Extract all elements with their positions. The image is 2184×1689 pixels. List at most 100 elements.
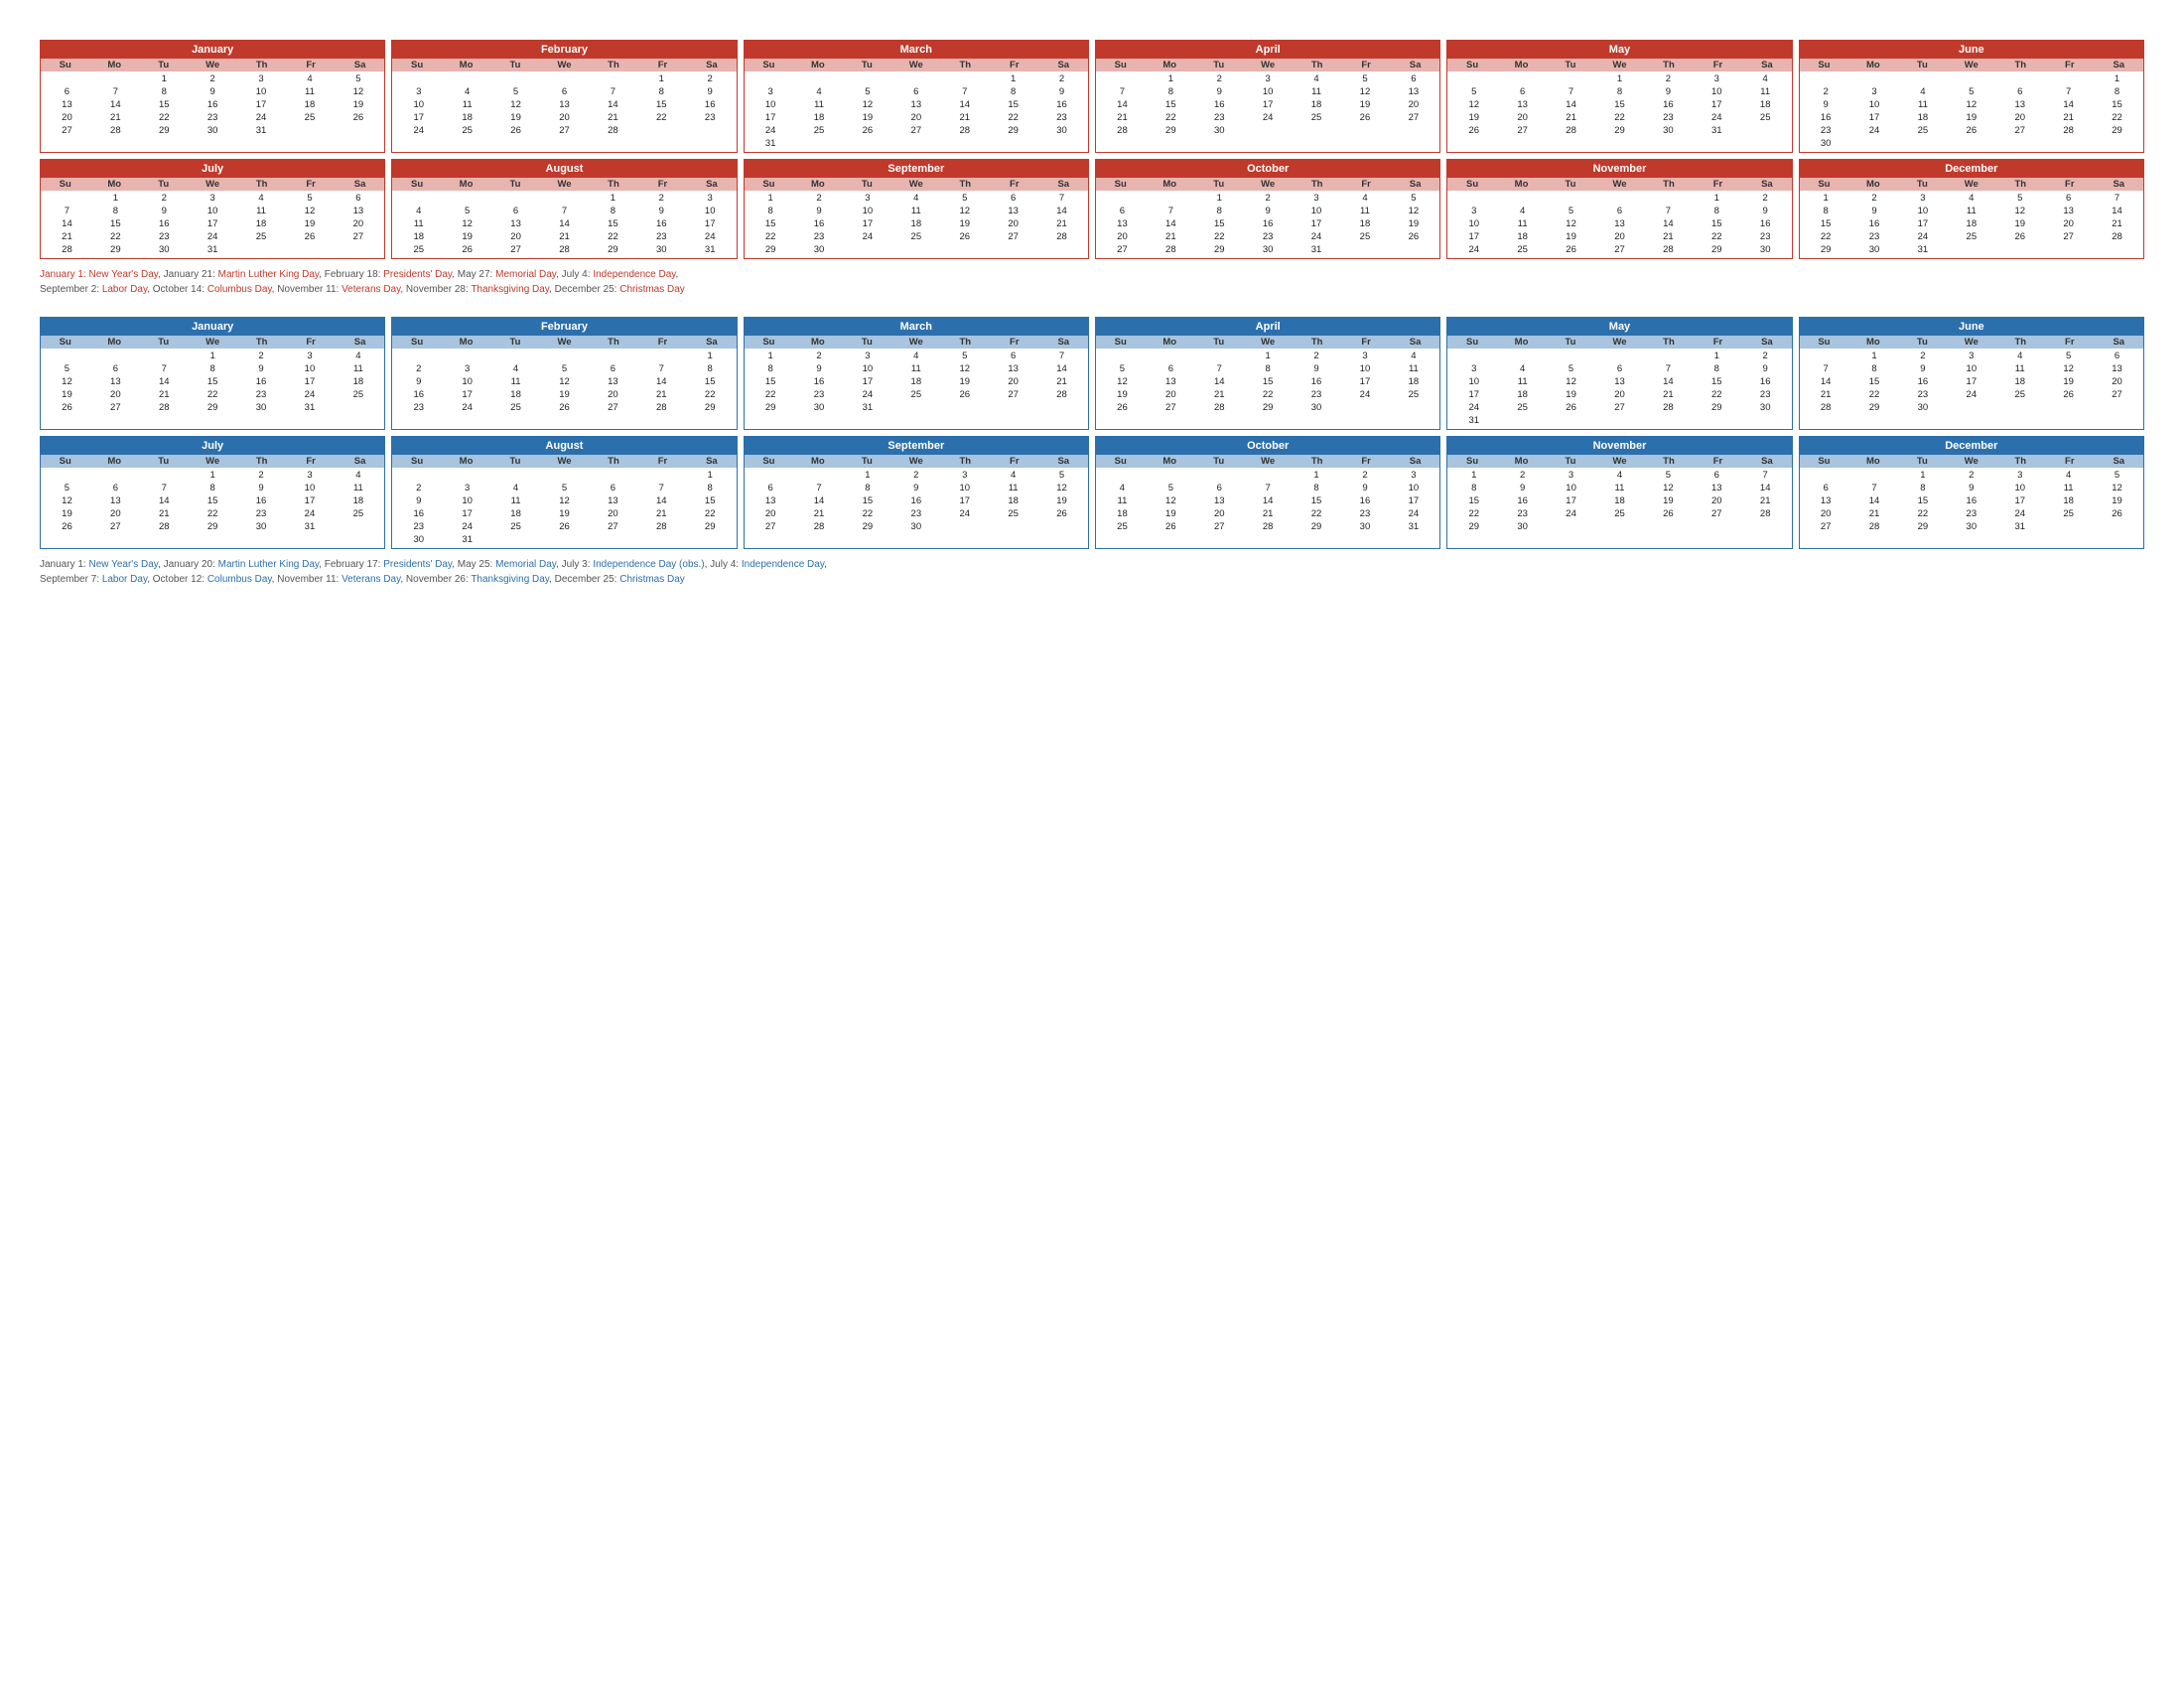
day-cell: 16: [1741, 375, 1790, 388]
day-cell: 12: [940, 362, 989, 375]
days-grid-october: 1234567891011121314151617181920212223242…: [1096, 468, 1439, 535]
day-cell: 9: [1802, 98, 1850, 111]
day-cell: 7: [589, 85, 637, 98]
day-cell: 11: [1741, 85, 1790, 98]
day-cell: 14: [940, 98, 989, 111]
day-cell: 6: [1595, 205, 1644, 217]
month-header-june: June: [1800, 318, 2143, 336]
day-cell: 4: [1389, 350, 1437, 362]
day-cell: 10: [443, 375, 491, 388]
day-cell: 29: [140, 124, 189, 137]
day-cell: 12: [1389, 205, 1437, 217]
day-cell: 5: [1644, 469, 1693, 482]
dow-cell: Su: [1447, 179, 1496, 190]
day-cell: 13: [589, 494, 637, 507]
day-cell: 3: [940, 469, 989, 482]
day-cell: 15: [1693, 375, 1741, 388]
calendar-grid-2019: JanuarySuMoTuWeThFrSa1234567891011121314…: [40, 40, 2144, 259]
day-cell: 7: [1098, 85, 1147, 98]
day-cell: 2: [1293, 350, 1341, 362]
day-cell: 25: [1741, 111, 1790, 124]
empty-day: [637, 350, 686, 362]
day-cell: 10: [443, 494, 491, 507]
day-cell: 8: [747, 205, 795, 217]
day-cell: 19: [843, 111, 891, 124]
day-cell: 13: [989, 205, 1037, 217]
day-cell: 24: [443, 520, 491, 533]
days-grid-april: 1234567891011121314151617181920212223242…: [1096, 349, 1439, 416]
day-cell: 23: [237, 507, 286, 520]
day-cell: 26: [940, 388, 989, 401]
dow-cell: Su: [1800, 456, 1848, 467]
day-cell: 7: [2044, 85, 2093, 98]
day-cell: 23: [686, 111, 735, 124]
empty-day: [43, 469, 91, 482]
day-cell: 2: [1341, 469, 1390, 482]
dow-cell: Mo: [89, 179, 138, 190]
empty-day: [540, 72, 589, 85]
day-cell: 26: [1547, 243, 1595, 256]
month-header-october: October: [1096, 437, 1439, 455]
day-cell: 21: [1741, 494, 1790, 507]
day-cell: 14: [2093, 205, 2141, 217]
day-cell: 31: [189, 243, 237, 256]
day-cell: 28: [1195, 401, 1244, 414]
day-cell: 25: [891, 230, 940, 243]
day-cell: 2: [1947, 469, 1995, 482]
empty-day: [443, 350, 491, 362]
day-cell: 4: [1995, 350, 2044, 362]
day-cell: 11: [394, 217, 443, 230]
day-cell: 21: [1802, 388, 1850, 401]
day-cell: 20: [1693, 494, 1741, 507]
day-cell: 25: [334, 507, 382, 520]
day-cell: 22: [189, 507, 237, 520]
dow-cell: Mo: [89, 456, 138, 467]
day-cell: 18: [491, 507, 540, 520]
dow-cell: Fr: [1341, 337, 1390, 348]
day-cell: 1: [747, 192, 795, 205]
day-cell: 5: [1547, 205, 1595, 217]
day-cell: 3: [1449, 362, 1498, 375]
day-cell: 9: [237, 362, 286, 375]
dow-cell: Th: [589, 456, 637, 467]
day-cell: 12: [491, 98, 540, 111]
dow-cell: Th: [589, 60, 637, 70]
day-cell: 19: [1547, 388, 1595, 401]
day-cell: 18: [1995, 375, 2044, 388]
day-cell: 3: [1547, 469, 1595, 482]
day-cell: 8: [1195, 205, 1244, 217]
month-november: NovemberSuMoTuWeThFrSa123456789101112131…: [1446, 159, 1792, 259]
day-cell: 10: [1850, 98, 1899, 111]
day-cell: 20: [1595, 230, 1644, 243]
dow-cell: We: [1595, 60, 1644, 70]
day-cell: 6: [91, 362, 140, 375]
dow-cell: Th: [1293, 337, 1341, 348]
day-cell: 23: [1037, 111, 1086, 124]
empty-day: [1802, 469, 1850, 482]
day-cell: 27: [1147, 401, 1195, 414]
dow-cell: Fr: [286, 456, 335, 467]
dow-cell: Tu: [1898, 179, 1947, 190]
day-cell: 14: [1644, 217, 1693, 230]
dow-cell: Th: [1996, 456, 2045, 467]
day-cell: 3: [1449, 205, 1498, 217]
empty-day: [589, 72, 637, 85]
day-cell: 17: [843, 217, 891, 230]
day-cell: 15: [1449, 494, 1498, 507]
day-cell: 20: [989, 217, 1037, 230]
dow-cell: Su: [41, 60, 89, 70]
day-cell: 23: [891, 507, 940, 520]
day-cell: 9: [686, 85, 735, 98]
empty-day: [1595, 350, 1644, 362]
day-cell: 4: [2044, 469, 2093, 482]
holidays-2019: January 1: New Year's Day, January 21: M…: [40, 267, 2144, 297]
day-cell: 6: [43, 85, 91, 98]
day-cell: 15: [1244, 375, 1293, 388]
empty-day: [1498, 72, 1547, 85]
day-cell: 30: [140, 243, 189, 256]
empty-day: [394, 350, 443, 362]
day-cell: 30: [1195, 124, 1244, 137]
day-cell: 24: [843, 388, 891, 401]
day-cell: 26: [1341, 111, 1390, 124]
month-march: MarchSuMoTuWeThFrSa123456789101112131415…: [744, 317, 1089, 430]
